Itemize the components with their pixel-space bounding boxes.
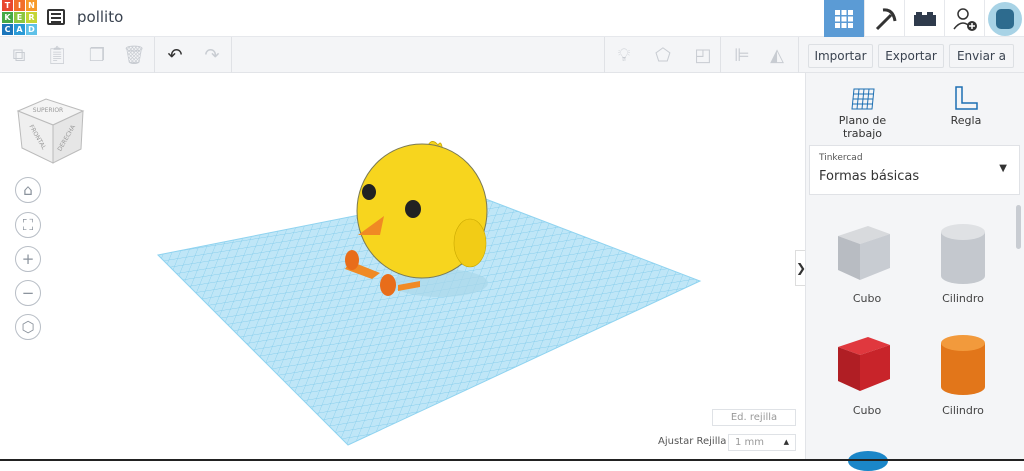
logo-letter: I xyxy=(14,0,25,11)
ruler-label: Regla xyxy=(950,114,982,127)
redo-button[interactable]: ↷ xyxy=(199,43,225,67)
duplicate-button[interactable]: ❐ xyxy=(84,43,110,67)
invite-user-button[interactable] xyxy=(944,0,984,37)
bricks-view-button[interactable] xyxy=(904,0,944,37)
paste-button[interactable]: 📋︎ xyxy=(44,43,70,67)
3d-view-button[interactable] xyxy=(824,0,864,37)
shape-label: Cilindro xyxy=(942,404,984,417)
brick-icon xyxy=(913,11,936,26)
logo-letter: N xyxy=(26,0,37,11)
ungroup-button[interactable]: ◰ xyxy=(690,43,716,67)
caret-up-icon: ▲ xyxy=(783,438,789,446)
user-avatar[interactable] xyxy=(984,0,1024,37)
snap-grid-label: Ajustar Rejilla xyxy=(658,436,727,447)
mirror-button[interactable]: ◭ xyxy=(764,43,790,67)
logo-letter: C xyxy=(2,24,13,35)
workplane-tool[interactable]: Plano de trabajo xyxy=(820,85,905,140)
group-button[interactable]: ⬠ xyxy=(650,43,676,67)
shape-cylinder-hole[interactable] xyxy=(929,218,999,288)
shape-library-select[interactable]: Tinkercad Formas básicas ▼ xyxy=(809,145,1020,195)
project-title[interactable]: pollito xyxy=(77,8,123,26)
library-name: Formas básicas xyxy=(819,169,920,184)
undo-button[interactable]: ↶ xyxy=(162,43,188,67)
shapes-panel: Plano de trabajo Regla Tinkercad Formas … xyxy=(805,73,1024,471)
edit-toolbar: ⧉ 📋︎ ❐ 🗑︎ ↶ ↷ 💡︎ ⬠ ◰ ⊫ ◭ Importar Export… xyxy=(0,37,1024,73)
scrollbar[interactable] xyxy=(1016,205,1021,249)
snap-grid-value: 1 mm xyxy=(735,437,765,448)
add-user-icon xyxy=(952,7,977,31)
logo-letter: D xyxy=(26,24,37,35)
logo-letter: T xyxy=(2,0,13,11)
align-button[interactable]: ⊫ xyxy=(729,43,755,67)
scene xyxy=(156,141,702,446)
snap-grid-select[interactable]: 1 mm ▲ xyxy=(728,434,796,451)
shape-box[interactable] xyxy=(828,329,898,399)
pickaxe-icon xyxy=(875,7,896,30)
shape-box-hole[interactable] xyxy=(828,218,898,288)
copy-button[interactable]: ⧉ xyxy=(6,43,32,67)
dropdown-caret-icon: ▼ xyxy=(999,163,1007,174)
shape-cylinder[interactable] xyxy=(929,329,999,399)
workplane-icon xyxy=(850,88,875,110)
shape-label: Cubo xyxy=(852,292,882,305)
shape-label: Cubo xyxy=(852,404,882,417)
logo-letter: A xyxy=(14,24,25,35)
shape-sphere-partial[interactable] xyxy=(848,451,888,471)
3d-workplane-viewport[interactable]: SUPERIOR FRONTAL DERECHA ⌂ ⛶ + − ⬡ Ed. r… xyxy=(0,73,805,461)
shape-label: Cilindro xyxy=(942,292,984,305)
blocks-view-button[interactable] xyxy=(864,0,904,37)
lightbulb-button[interactable]: 💡︎ xyxy=(611,43,637,67)
chick-model[interactable] xyxy=(345,141,488,297)
workplane-label: Plano de trabajo xyxy=(838,114,887,140)
ruler-icon xyxy=(955,86,978,110)
edit-grid-button[interactable]: Ed. rejilla xyxy=(712,409,796,426)
tinkercad-logo[interactable]: TIN KER CAD xyxy=(2,0,37,35)
ruler-tool[interactable]: Regla xyxy=(936,85,996,127)
send-to-button[interactable]: Enviar a xyxy=(949,44,1014,68)
logo-letter: K xyxy=(2,12,13,23)
grid-icon xyxy=(835,9,853,28)
logo-letter: E xyxy=(14,12,25,23)
delete-button[interactable]: 🗑︎ xyxy=(121,43,147,67)
library-source: Tinkercad xyxy=(819,153,863,163)
logo-letter: R xyxy=(26,12,37,23)
import-button[interactable]: Importar xyxy=(808,44,873,68)
export-button[interactable]: Exportar xyxy=(878,44,944,68)
design-list-icon[interactable] xyxy=(47,9,65,25)
top-bar: TIN KER CAD pollito xyxy=(0,0,1024,37)
